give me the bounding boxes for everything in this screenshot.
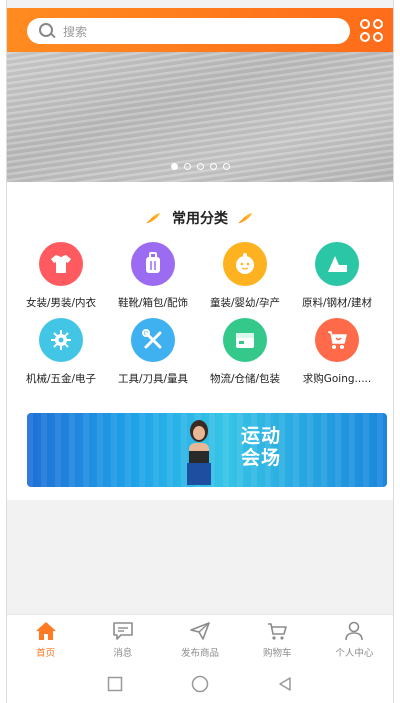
- category-item-logistics[interactable]: 物流/仓储/包装: [197, 318, 293, 386]
- grid-icon[interactable]: [359, 18, 385, 44]
- tab-profile[interactable]: 个人中心: [316, 615, 393, 665]
- luggage-icon: [131, 242, 175, 286]
- user-icon: [345, 621, 364, 641]
- send-icon: [190, 622, 210, 640]
- tab-publish[interactable]: 发布商品: [161, 615, 238, 665]
- cart-icon: [315, 318, 359, 362]
- leaf-icon: [146, 213, 160, 224]
- back-icon[interactable]: [277, 676, 293, 692]
- tab-label: 发布商品: [181, 648, 220, 659]
- category-label: 原料/钢材/建材: [301, 297, 373, 309]
- search-input[interactable]: 搜索: [63, 23, 87, 40]
- baby-face-icon: [223, 242, 267, 286]
- recents-icon[interactable]: [107, 676, 123, 692]
- carousel-indicators: [7, 163, 393, 170]
- carousel-dot[interactable]: [170, 163, 178, 170]
- gear-icon: [39, 318, 83, 362]
- category-label: 鞋靴/箱包/配饰: [117, 297, 189, 309]
- category-label: 物流/仓储/包装: [209, 373, 281, 385]
- app-screen: 搜索 常用分类 女装/男装/内衣 鞋靴/箱包/配饰 童装/婴幼/孕产 原料/钢材…: [6, 0, 394, 703]
- material-icon: [315, 242, 359, 286]
- promo-title: 运动 会场: [241, 425, 281, 469]
- tab-label: 首页: [36, 648, 56, 659]
- promo-title-line1: 运动: [241, 425, 282, 447]
- tab-cart[interactable]: 购物车: [239, 615, 316, 665]
- carousel-dot[interactable]: [222, 163, 230, 170]
- carousel-dot[interactable]: [196, 163, 204, 170]
- category-label: 工具/刀具/量具: [117, 373, 189, 385]
- category-item-tools[interactable]: 工具/刀具/量具: [105, 318, 201, 386]
- category-label: 童装/婴幼/孕产: [209, 297, 281, 309]
- home-circle-icon[interactable]: [191, 675, 209, 693]
- category-label: 女装/男装/内衣: [25, 297, 97, 309]
- search-icon: [39, 23, 55, 39]
- category-item-clothing[interactable]: 女装/男装/内衣: [13, 242, 109, 310]
- section-title: 常用分类: [172, 211, 228, 227]
- category-item-machinery[interactable]: 机械/五金/电子: [13, 318, 109, 386]
- category-label: 求购Going.....: [302, 373, 372, 385]
- category-item-materials[interactable]: 原料/钢材/建材: [289, 242, 385, 310]
- tools-icon: [131, 318, 175, 362]
- promo-banner[interactable]: 运动 会场: [27, 413, 387, 487]
- promo-title-line2: 会场: [241, 447, 282, 469]
- carousel-dot[interactable]: [183, 163, 191, 170]
- category-item-purchase[interactable]: 求购Going.....: [289, 318, 385, 386]
- cart-icon: [268, 623, 288, 640]
- carousel-dot[interactable]: [209, 163, 217, 170]
- tab-label: 个人中心: [335, 648, 374, 659]
- tab-messages[interactable]: 消息: [84, 615, 161, 665]
- tab-label: 购物车: [262, 648, 292, 659]
- system-navigation-bar: [7, 664, 393, 703]
- tab-home[interactable]: 首页: [7, 615, 84, 665]
- tab-label: 消息: [113, 648, 133, 659]
- bottom-tab-bar: 首页 消息 发布商品 购物车 个人中心: [7, 614, 393, 665]
- top-header: 搜索: [7, 8, 393, 52]
- category-label: 机械/五金/电子: [25, 373, 97, 385]
- tshirt-icon: [39, 242, 83, 286]
- category-item-shoes-bags[interactable]: 鞋靴/箱包/配饰: [105, 242, 201, 310]
- message-icon: [112, 622, 133, 640]
- athlete-illustration: [187, 420, 211, 485]
- search-bar[interactable]: 搜索: [27, 18, 350, 44]
- section-header: 常用分类: [7, 208, 393, 228]
- category-item-kids[interactable]: 童装/婴幼/孕产: [197, 242, 293, 310]
- box-icon: [223, 318, 267, 362]
- home-icon: [35, 622, 56, 640]
- leaf-icon: [238, 213, 252, 224]
